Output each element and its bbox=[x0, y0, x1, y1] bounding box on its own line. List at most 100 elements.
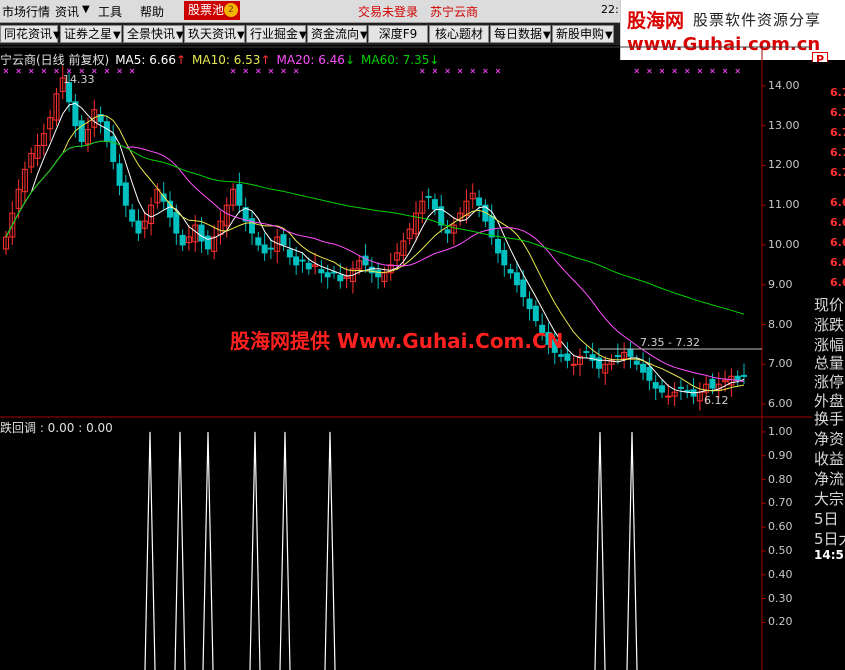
candle-body bbox=[135, 220, 142, 234]
candle-body bbox=[507, 269, 514, 274]
candle-body bbox=[72, 101, 79, 127]
candle-body bbox=[160, 193, 167, 202]
indicator-spike bbox=[144, 431, 156, 670]
indicator-spike bbox=[249, 431, 261, 670]
signal-mark bbox=[445, 68, 450, 74]
candle-body bbox=[116, 163, 123, 186]
candle-body bbox=[78, 120, 85, 143]
indicator-spike bbox=[594, 431, 606, 670]
signal-mark bbox=[470, 68, 476, 74]
signal-mark bbox=[735, 68, 741, 74]
label-5day: 5日 bbox=[814, 510, 839, 528]
candle-body bbox=[526, 298, 533, 310]
signal-mark bbox=[457, 68, 463, 74]
signal-mark bbox=[54, 68, 59, 74]
candle-body bbox=[633, 360, 640, 365]
indicator-spike bbox=[626, 431, 638, 670]
candle-body bbox=[570, 363, 577, 366]
candle-body bbox=[173, 211, 180, 234]
price-axis-label: 6.00 bbox=[768, 397, 793, 411]
signal-mark bbox=[243, 68, 249, 74]
candle-body bbox=[734, 375, 741, 381]
signal-mark bbox=[647, 68, 652, 74]
price-axis-label: 9.00 bbox=[768, 277, 793, 291]
signal-mark bbox=[117, 68, 122, 74]
candle-body bbox=[305, 262, 312, 270]
candle-body bbox=[129, 209, 136, 222]
signal-mark bbox=[722, 68, 728, 74]
signal-mark bbox=[697, 68, 703, 74]
candle-body bbox=[558, 354, 565, 357]
price-axis-label: 11.00 bbox=[768, 198, 800, 212]
candle-body bbox=[280, 234, 287, 246]
label-current-price: 现价 bbox=[814, 296, 845, 314]
candle-body bbox=[267, 247, 274, 250]
candle-body bbox=[583, 351, 590, 354]
candle-body bbox=[198, 224, 205, 242]
candle-body bbox=[324, 272, 331, 278]
signal-mark bbox=[419, 68, 425, 74]
indicator-axis-label: 0.30 bbox=[768, 591, 793, 605]
candle-body bbox=[255, 237, 262, 246]
quote-price: 6.6 bbox=[830, 256, 845, 269]
signal-mark bbox=[684, 68, 690, 74]
indicator-axis-label: 0.90 bbox=[768, 448, 793, 462]
indicator-axis-label: 0.60 bbox=[768, 520, 793, 534]
signal-mark bbox=[659, 68, 665, 74]
candle-body bbox=[425, 195, 432, 198]
signal-mark bbox=[495, 68, 501, 74]
candle-body bbox=[709, 378, 716, 389]
candle-body bbox=[488, 215, 495, 238]
signal-mark bbox=[432, 68, 438, 74]
candle-body bbox=[299, 259, 306, 262]
price-axis-label: 8.00 bbox=[768, 317, 793, 331]
candle-body bbox=[652, 382, 659, 389]
candle-body bbox=[627, 349, 634, 357]
candle-body bbox=[261, 244, 268, 254]
indicator-spike bbox=[279, 431, 291, 670]
signal-mark bbox=[41, 68, 47, 74]
label-5day-big: 5日大 bbox=[814, 530, 845, 548]
candle-body bbox=[103, 121, 110, 143]
candle-body bbox=[614, 355, 621, 358]
indicator-spike bbox=[324, 431, 336, 670]
label-earnings: 收益 bbox=[814, 450, 845, 468]
quote-price: 6.7 bbox=[830, 86, 845, 99]
quote-price: 6.6 bbox=[830, 216, 845, 229]
candle-body bbox=[495, 238, 501, 254]
indicator-axis-label: 0.40 bbox=[768, 567, 793, 581]
quote-price: 6.7 bbox=[830, 146, 845, 159]
signal-mark bbox=[230, 68, 236, 74]
candle-body bbox=[741, 374, 747, 377]
candle-body bbox=[677, 386, 684, 389]
signal-mark bbox=[28, 68, 34, 74]
indicator-axis-label: 0.80 bbox=[768, 472, 793, 486]
candle-body bbox=[659, 385, 665, 393]
price-axis-label: 10.00 bbox=[768, 237, 800, 251]
candle-body bbox=[640, 363, 647, 373]
label-net-flow: 净流 bbox=[814, 470, 845, 488]
signal-mark bbox=[3, 68, 9, 74]
quote-price: 6.7 bbox=[830, 166, 845, 179]
signal-mark bbox=[268, 68, 274, 74]
candle-body bbox=[110, 136, 117, 162]
price-axis-label: 13.00 bbox=[768, 118, 800, 132]
quote-price: 6.6 bbox=[830, 236, 845, 249]
signal-mark bbox=[672, 68, 677, 74]
candle-body bbox=[293, 256, 300, 266]
candle-body bbox=[179, 234, 186, 246]
indicator-axis-label: 1.00 bbox=[768, 424, 793, 438]
quote-panel: 6.7 6.7 6.7 6.7 6.7 6.6 6.6 6.6 6.6 6.6 … bbox=[812, 62, 845, 670]
candle-body bbox=[532, 305, 539, 322]
indicator-spike bbox=[202, 431, 214, 670]
candle-body bbox=[513, 272, 520, 286]
signal-mark bbox=[16, 68, 21, 74]
label-turnover: 换手 bbox=[814, 410, 845, 428]
signal-mark bbox=[281, 68, 286, 74]
label-block: 大宗 bbox=[814, 490, 845, 508]
candle-body bbox=[646, 366, 653, 381]
candle-body bbox=[337, 274, 344, 282]
signal-mark bbox=[710, 68, 715, 74]
indicator-axis-label: 0.70 bbox=[768, 496, 793, 510]
signal-mark bbox=[129, 68, 135, 74]
